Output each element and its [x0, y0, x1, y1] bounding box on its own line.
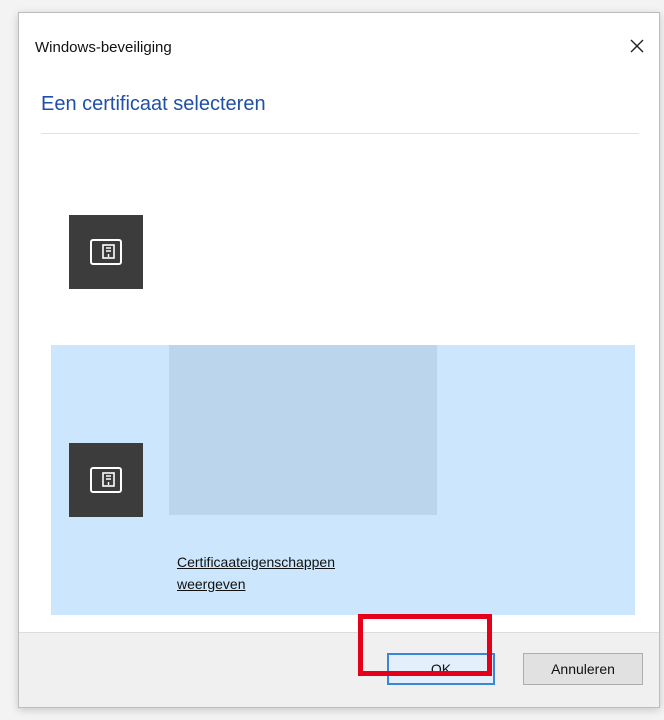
view-certificate-properties-link[interactable]: Certificaateigenschappen weergeven	[177, 551, 407, 595]
certificate-list-item-selected[interactable]: Certificaateigenschappen weergeven	[51, 345, 635, 615]
certificate-icon	[69, 443, 143, 517]
windows-security-dialog: Windows-beveiliging Een certificaat sele…	[18, 12, 660, 708]
window-title: Windows-beveiliging	[35, 39, 172, 56]
dialog-footer: OK Annuleren	[19, 632, 659, 707]
cancel-button[interactable]: Annuleren	[523, 653, 643, 685]
title-bar: Windows-beveiliging	[19, 13, 659, 73]
heading-divider	[41, 133, 639, 134]
certificate-details-redacted	[169, 345, 437, 515]
certificate-list-item[interactable]	[51, 193, 639, 313]
dialog-heading: Een certificaat selecteren	[41, 93, 266, 115]
ok-button[interactable]: OK	[387, 653, 495, 685]
certificate-icon	[69, 215, 143, 289]
close-icon	[630, 39, 644, 53]
close-button[interactable]	[617, 31, 657, 61]
